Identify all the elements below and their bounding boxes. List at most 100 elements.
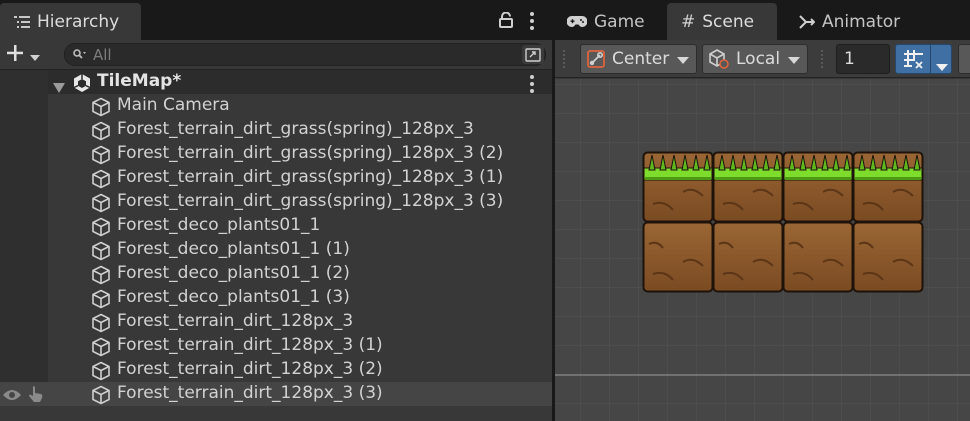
- row-gutter: [0, 382, 48, 406]
- animator-icon: [799, 14, 815, 29]
- hierarchy-item[interactable]: Forest_deco_plants01_1 (1): [0, 238, 552, 262]
- search-scope-icon[interactable]: [522, 45, 544, 64]
- gameobject-cube-icon: [91, 385, 111, 405]
- gameobject-cube-icon: [91, 97, 111, 117]
- hierarchy-item[interactable]: Forest_terrain_dirt_grass(spring)_128px_…: [0, 190, 552, 214]
- pivot-rotation-label: Local: [736, 49, 781, 69]
- grid-button-separator: [930, 45, 931, 73]
- scene-viewport[interactable]: [555, 79, 970, 421]
- grid-size-field[interactable]: 1: [836, 44, 890, 74]
- chevron-down-icon: [788, 49, 801, 69]
- search-placeholder: All: [93, 45, 112, 64]
- overflow-button[interactable]: [958, 44, 970, 74]
- hierarchy-item[interactable]: Main Camera: [0, 94, 552, 118]
- row-gutter: [0, 334, 48, 358]
- plus-icon: [6, 44, 24, 66]
- grass-dirt-tile[interactable]: [642, 151, 714, 223]
- hierarchy-item[interactable]: Forest_terrain_dirt_grass(spring)_128px_…: [0, 166, 552, 190]
- search-input[interactable]: All: [64, 43, 546, 66]
- dirt-tile[interactable]: [852, 221, 924, 293]
- row-gutter: [0, 262, 48, 286]
- hierarchy-item[interactable]: Forest_terrain_dirt_128px_3 (2): [0, 358, 552, 382]
- grass-dirt-tile[interactable]: [782, 151, 854, 223]
- create-button[interactable]: [6, 42, 50, 68]
- row-gutter: [0, 310, 48, 334]
- lock-icon[interactable]: [499, 11, 513, 32]
- chevron-down-icon: [30, 46, 40, 65]
- gamepad-icon: [567, 15, 587, 28]
- gameobject-cube-icon: [91, 217, 111, 237]
- grass-dirt-tile[interactable]: [712, 151, 784, 223]
- visibility-eye-icon[interactable]: [2, 387, 22, 407]
- pickability-hand-icon[interactable]: [27, 385, 45, 408]
- row-gutter: [0, 286, 48, 310]
- hierarchy-item-label: Forest_terrain_dirt_128px_3: [117, 311, 354, 331]
- hierarchy-item[interactable]: Forest_deco_plants01_1: [0, 214, 552, 238]
- hierarchy-item-label: Forest_deco_plants01_1 (3): [117, 287, 350, 307]
- scene-canvas: [555, 79, 970, 421]
- gameobject-cube-icon: [91, 289, 111, 309]
- scene-row[interactable]: TileMap*: [0, 70, 552, 94]
- local-space-icon: [708, 48, 730, 70]
- hierarchy-item-label: Forest_terrain_dirt_128px_3 (2): [117, 359, 383, 379]
- pivot-mode-dropdown[interactable]: Center: [580, 44, 697, 74]
- hierarchy-item[interactable]: Forest_terrain_dirt_grass(spring)_128px_…: [0, 142, 552, 166]
- grass-dirt-tile[interactable]: [852, 151, 924, 223]
- hierarchy-item[interactable]: Forest_deco_plants01_1 (3): [0, 286, 552, 310]
- gameobject-cube-icon: [91, 337, 111, 357]
- row-gutter: [0, 214, 48, 238]
- tab-scene[interactable]: # Scene: [667, 3, 777, 40]
- chevron-down-icon[interactable]: [936, 56, 948, 75]
- tab-hierarchy[interactable]: Hierarchy: [0, 3, 141, 40]
- row-gutter: [0, 142, 48, 166]
- dirt-tile[interactable]: [782, 221, 854, 293]
- hierarchy-item-label: Forest_terrain_dirt_grass(spring)_128px_…: [117, 143, 504, 163]
- tab-scene-label: Scene: [702, 11, 755, 32]
- hierarchy-toolbar: All: [0, 40, 552, 70]
- row-gutter: [0, 190, 48, 214]
- tab-animator[interactable]: Animator: [799, 3, 929, 40]
- row-gutter: [0, 94, 48, 118]
- hierarchy-item-label: Forest_terrain_dirt_grass(spring)_128px_…: [117, 191, 504, 211]
- dirt-tile[interactable]: [642, 221, 714, 293]
- gameobject-cube-icon: [91, 193, 111, 213]
- hierarchy-item-label: Forest_terrain_dirt_grass(spring)_128px_…: [117, 119, 474, 139]
- tab-game[interactable]: Game: [567, 3, 667, 40]
- search-icon: [73, 49, 87, 60]
- hierarchy-item-label: Forest_terrain_dirt_grass(spring)_128px_…: [117, 167, 504, 187]
- hierarchy-item[interactable]: Forest_terrain_dirt_128px_3: [0, 310, 552, 334]
- gameobject-cube-icon: [91, 313, 111, 333]
- scene-menu-icon[interactable]: [530, 75, 534, 93]
- tab-animator-label: Animator: [822, 11, 901, 32]
- grid-size-value: 1: [844, 49, 855, 69]
- grid-snapping-button[interactable]: [895, 44, 952, 74]
- hierarchy-item-label: Forest_terrain_dirt_128px_3 (1): [117, 335, 383, 355]
- gameobject-cube-icon: [91, 265, 111, 285]
- scene-toolbar: Center Local 1: [555, 40, 970, 78]
- pivot-mode-label: Center: [612, 49, 670, 69]
- hierarchy-item-label: Forest_deco_plants01_1: [117, 215, 321, 235]
- row-gutter: [0, 70, 48, 94]
- hierarchy-item[interactable]: Forest_terrain_dirt_128px_3 (1): [0, 334, 552, 358]
- scene-name: TileMap*: [97, 71, 182, 91]
- gameobject-cube-icon: [91, 241, 111, 261]
- row-gutter: [0, 358, 48, 382]
- hierarchy-item[interactable]: Forest_terrain_dirt_128px_3 (3): [0, 382, 552, 406]
- hierarchy-tabbar: Hierarchy: [0, 0, 552, 40]
- hierarchy-panel: Hierarchy All TileMap* Main Camera Fores…: [0, 0, 552, 421]
- toolbar-grip[interactable]: [563, 50, 565, 68]
- dirt-tile[interactable]: [712, 221, 784, 293]
- hierarchy-menu-icon[interactable]: [530, 12, 534, 30]
- list-icon: [14, 15, 30, 28]
- hierarchy-item[interactable]: Forest_deco_plants01_1 (2): [0, 262, 552, 286]
- scene-tabbar: Game # Scene Animator: [555, 0, 970, 40]
- pivot-rotation-dropdown[interactable]: Local: [702, 44, 808, 74]
- hierarchy-item-label: Forest_deco_plants01_1 (2): [117, 263, 350, 283]
- grid-snap-icon: [903, 49, 925, 75]
- pivot-center-icon: [586, 49, 606, 69]
- row-gutter: [0, 238, 48, 262]
- chevron-down-icon: [677, 49, 690, 69]
- gameobject-cube-icon: [91, 169, 111, 189]
- hierarchy-item[interactable]: Forest_terrain_dirt_grass(spring)_128px_…: [0, 118, 552, 142]
- toolbar-grip[interactable]: [821, 50, 823, 68]
